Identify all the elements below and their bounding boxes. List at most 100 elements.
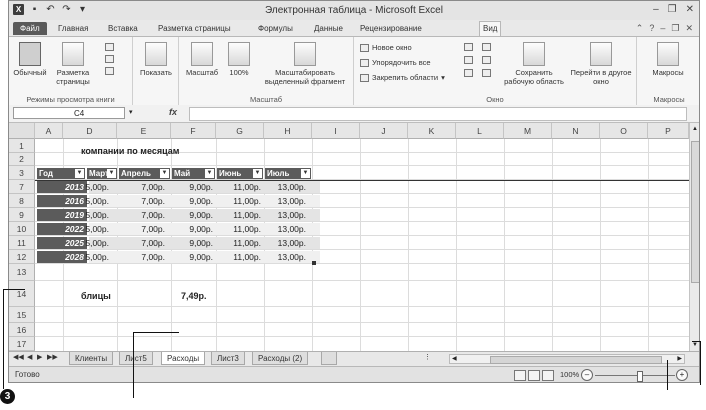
value-cell[interactable]: 11,00р. (221, 237, 261, 249)
name-box-dropdown-icon[interactable]: ▾ (129, 108, 133, 116)
custom-views-icon[interactable] (105, 55, 114, 63)
tab-page-layout[interactable]: Разметка страницы (155, 22, 234, 35)
filter-dropdown-icon[interactable]: ▼ (75, 169, 84, 178)
value-cell[interactable]: 5,00р. (69, 223, 109, 235)
minimize-icon[interactable]: – (653, 4, 659, 15)
filter-dropdown-icon[interactable]: ▼ (107, 169, 116, 178)
value-cell[interactable]: 13,00р. (266, 181, 306, 193)
sheet-tab-active[interactable]: Расходы (161, 352, 206, 365)
value-cell[interactable]: 11,00р. (221, 195, 261, 207)
row-header[interactable]: 11 (9, 236, 35, 250)
tab-data[interactable]: Данные (311, 22, 346, 35)
col-header[interactable]: H (264, 123, 312, 139)
row-header[interactable]: 2 (9, 153, 35, 166)
normal-view-button[interactable]: Обычный (12, 42, 48, 77)
col-header[interactable]: M (504, 123, 552, 139)
value-cell[interactable]: 7,00р. (125, 223, 165, 235)
value-cell[interactable]: 9,00р. (173, 181, 213, 193)
tab-split-handle-icon[interactable]: ⋮ (424, 353, 431, 361)
tab-view[interactable]: Вид (479, 21, 502, 37)
sheet-tab[interactable]: Лист3 (211, 352, 245, 365)
row-header[interactable]: 15 (9, 307, 35, 323)
page-layout-icon[interactable] (528, 370, 540, 381)
help-icon[interactable]: ? (649, 23, 654, 34)
formula-input[interactable] (189, 107, 687, 121)
tab-file[interactable]: Файл (13, 22, 47, 35)
scroll-right-icon[interactable]: ▶ (677, 355, 682, 362)
col-header[interactable]: E (117, 123, 171, 139)
name-box[interactable]: C4 (13, 107, 125, 119)
vertical-scrollbar[interactable]: ▲ ▼ (689, 123, 699, 351)
value-cell[interactable]: 9,00р. (173, 195, 213, 207)
value-cell[interactable]: 11,00р. (221, 251, 261, 263)
next-sheet-icon[interactable]: ▶ (37, 353, 42, 361)
tab-home[interactable]: Главная (55, 22, 91, 35)
scroll-left-icon[interactable]: ◀ (452, 355, 457, 362)
save-workspace-button[interactable]: Сохранить рабочую область (502, 42, 566, 86)
col-header[interactable]: K (408, 123, 456, 139)
arrange-all-button[interactable]: Упорядочить все (360, 58, 431, 67)
value-cell[interactable]: 13,00р. (266, 251, 306, 263)
switch-windows-button[interactable]: Перейти в другое окно (568, 42, 634, 86)
zoom-out-icon[interactable]: – (581, 369, 593, 381)
close-workbook-icon[interactable]: ✕ (685, 23, 693, 34)
value-cell[interactable]: 5,00р. (69, 181, 109, 193)
value-cell[interactable]: 13,00р. (266, 209, 306, 221)
value-cell[interactable]: 13,00р. (266, 237, 306, 249)
value-cell[interactable]: 9,00р. (173, 209, 213, 221)
zoom-button[interactable]: Масштаб (183, 42, 221, 77)
macros-button[interactable]: Макросы (645, 42, 691, 77)
row-header[interactable]: 10 (9, 222, 35, 236)
sheet-tab[interactable]: Лист5 (119, 352, 153, 365)
select-all-corner[interactable] (9, 123, 35, 139)
row-header[interactable]: 17 (9, 337, 35, 351)
new-window-button[interactable]: Новое окно (360, 43, 412, 52)
table-header-cell[interactable]: Июль ▼ (265, 168, 311, 179)
value-cell[interactable]: 5,00р. (69, 237, 109, 249)
restore-icon[interactable]: ❐ (668, 4, 677, 15)
filter-dropdown-icon[interactable]: ▼ (253, 169, 262, 178)
freeze-panes-button[interactable]: Закрепить области ▾ (360, 73, 445, 82)
tab-review[interactable]: Рецензирование (357, 22, 425, 35)
tab-insert[interactable]: Вставка (105, 22, 141, 35)
zoom-slider-thumb[interactable] (637, 371, 643, 382)
row-header[interactable]: 3 (9, 166, 35, 180)
value-cell[interactable]: 7,00р. (125, 181, 165, 193)
summary-value[interactable]: 7,49р. (181, 290, 207, 302)
row-header[interactable]: 14 (9, 281, 35, 307)
row-header[interactable]: 9 (9, 208, 35, 222)
col-header[interactable]: J (360, 123, 408, 139)
value-cell[interactable]: 11,00р. (221, 209, 261, 221)
side-by-side-icon[interactable] (482, 43, 491, 51)
table-header-cell[interactable]: Год ▼ (37, 168, 85, 179)
row-header[interactable]: 13 (9, 264, 35, 281)
sheet-tab[interactable]: Расходы (2) (252, 352, 309, 365)
value-cell[interactable]: 11,00р. (221, 181, 261, 193)
show-button[interactable]: Показать (137, 42, 175, 77)
vertical-scroll-thumb[interactable] (691, 141, 699, 283)
worksheet-grid[interactable]: A D E F G H I J K L M N O P 1 2 3 7 8 9 … (9, 123, 689, 351)
value-cell[interactable]: 5,00р. (69, 251, 109, 263)
zoom-selection-button[interactable]: Масштабировать выделенный фрагмент (259, 42, 351, 86)
page-break-preview-icon[interactable] (542, 370, 554, 381)
filter-dropdown-icon[interactable]: ▼ (205, 169, 214, 178)
prev-sheet-icon[interactable]: ◀ (27, 353, 32, 361)
value-cell[interactable]: 7,00р. (125, 195, 165, 207)
normal-view-icon[interactable] (514, 370, 526, 381)
horizontal-scrollbar[interactable]: ◀ ▶ (449, 354, 685, 364)
col-header[interactable]: A (35, 123, 63, 139)
tab-formulas[interactable]: Формулы (255, 22, 296, 35)
row-header[interactable]: 7 (9, 180, 35, 194)
value-cell[interactable]: 5,00р. (69, 209, 109, 221)
col-header[interactable]: P (648, 123, 689, 139)
value-cell[interactable]: 9,00р. (173, 251, 213, 263)
reset-position-icon[interactable] (482, 69, 491, 77)
table-resize-handle[interactable] (312, 261, 316, 265)
close-icon[interactable]: ✕ (686, 4, 694, 15)
zoom-100-button[interactable]: 100% (225, 42, 253, 77)
horizontal-scroll-thumb[interactable] (490, 356, 662, 364)
value-cell[interactable]: 11,00р. (221, 223, 261, 235)
unhide-icon[interactable] (464, 69, 473, 77)
zoom-in-icon[interactable]: + (676, 369, 688, 381)
value-cell[interactable]: 13,00р. (266, 195, 306, 207)
